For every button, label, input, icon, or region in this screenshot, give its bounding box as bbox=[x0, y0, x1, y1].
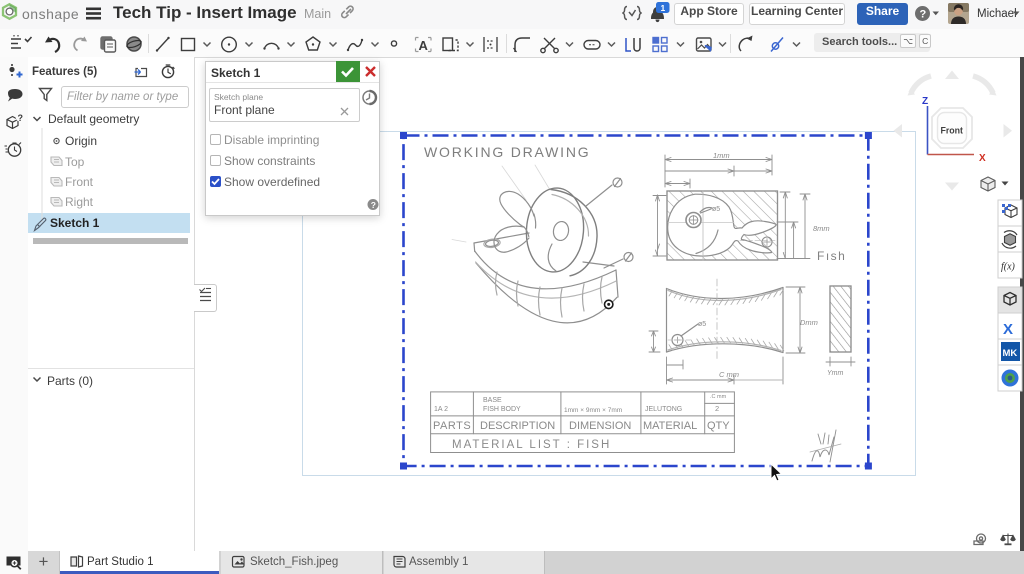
svg-text:1: 1 bbox=[661, 3, 666, 13]
svg-text:MK: MK bbox=[1003, 348, 1018, 359]
svg-text:?: ? bbox=[371, 200, 376, 210]
svg-text:f(x): f(x) bbox=[1001, 262, 1016, 273]
svg-text:X: X bbox=[1003, 321, 1013, 338]
svg-text:?: ? bbox=[920, 9, 927, 21]
svg-text:?: ? bbox=[18, 113, 24, 123]
svg-text:A: A bbox=[419, 38, 429, 53]
